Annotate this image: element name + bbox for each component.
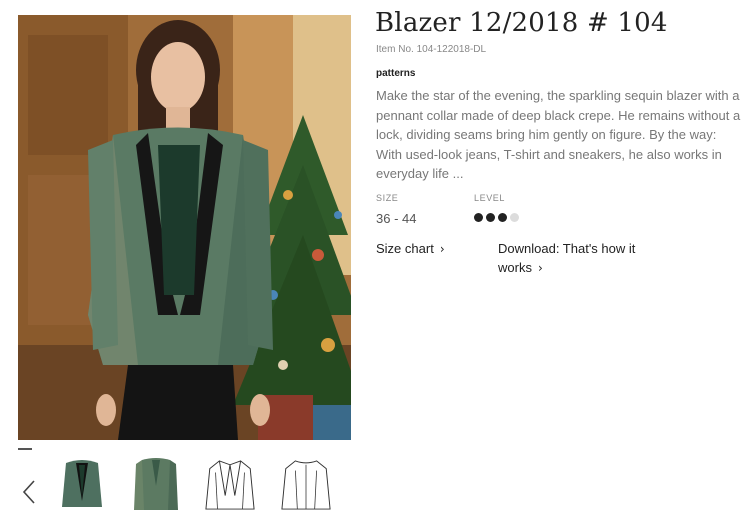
level-dot-filled: [474, 213, 483, 222]
level-dot-empty: [510, 213, 519, 222]
chevron-right-icon: ›: [537, 261, 543, 275]
main-photo-illustration: [18, 15, 351, 440]
thumbnail-strip: [18, 452, 351, 518]
level-dot-filled: [486, 213, 495, 222]
thumb-back-sketch[interactable]: [280, 456, 332, 514]
thumb-model-photo[interactable]: [56, 456, 108, 514]
size-chart-link[interactable]: Size chart ›: [376, 239, 445, 259]
model-photo-thumbnail-image: [58, 457, 106, 513]
level-label: LEVEL: [474, 193, 506, 203]
item-number: Item No. 104-122018-DL: [376, 44, 487, 55]
main-product-photo: [18, 15, 351, 440]
front-sketch-thumbnail-image: [204, 457, 256, 513]
level-indicator: [474, 213, 519, 222]
back-sketch-thumbnail-image: [280, 457, 332, 513]
chevron-left-icon: [22, 480, 35, 504]
blazer-photo-thumbnail-image: [132, 456, 180, 514]
download-label: Download: That's how it works: [498, 241, 636, 275]
product-category: patterns: [376, 68, 416, 79]
level-dot-filled: [498, 213, 507, 222]
chevron-right-icon: ›: [439, 242, 445, 256]
size-label: SIZE: [376, 193, 399, 203]
thumb-front-sketch[interactable]: [204, 456, 256, 514]
size-chart-label: Size chart: [376, 241, 434, 256]
product-description: Make the star of the evening, the sparkl…: [376, 88, 741, 181]
size-value: 36 - 44: [376, 211, 417, 226]
download-instructions-link[interactable]: Download: That's how it works ›: [498, 239, 668, 278]
gallery-prev-button[interactable]: [18, 472, 40, 512]
product-title: Blazer 12/2018 # 104: [375, 8, 668, 38]
gallery-position-indicator: [18, 448, 32, 450]
thumb-blazer-photo[interactable]: [130, 456, 182, 514]
